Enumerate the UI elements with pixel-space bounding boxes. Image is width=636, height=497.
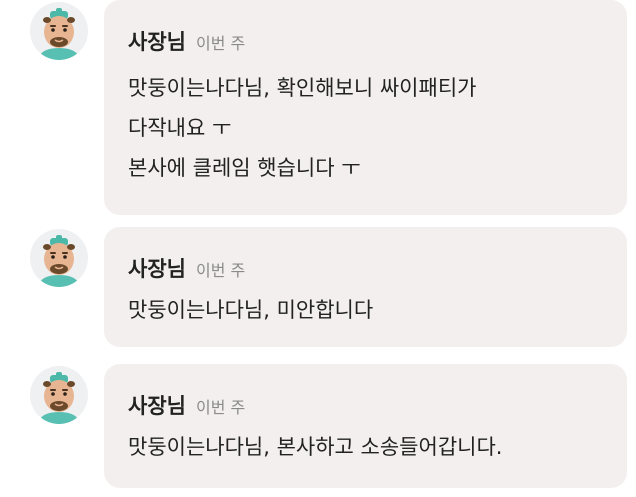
message-text-line: 본사에 클레임 햇습니다 ㅜ xyxy=(128,156,361,180)
owner-avatar-icon[interactable] xyxy=(30,366,88,424)
message-header: 사장님 이번 주 xyxy=(128,390,245,420)
sender-name: 사장님 xyxy=(128,30,186,54)
message-text-line: 맛둥이는나다님, 본사하고 소송들어갑니다. xyxy=(128,435,503,459)
message-bubble: 사장님 이번 주 맛둥이는나다님, 미안합니다 xyxy=(104,227,627,347)
message-header: 사장님 이번 주 xyxy=(128,253,245,283)
sender-name: 사장님 xyxy=(128,257,186,281)
message-timestamp: 이번 주 xyxy=(195,261,246,280)
message-bubble: 사장님 이번 주 맛둥이는나다님, 확인해보니 싸이패티가 다작내요 ㅜ 본사에 … xyxy=(104,0,627,215)
owner-avatar-icon[interactable] xyxy=(30,2,88,60)
chat-message: 사장님 이번 주 맛둥이는나다님, 미안합니다 xyxy=(0,227,636,347)
message-bubble: 사장님 이번 주 맛둥이는나다님, 본사하고 소송들어갑니다. xyxy=(104,364,627,488)
chat-message: 사장님 이번 주 맛둥이는나다님, 본사하고 소송들어갑니다. xyxy=(0,364,636,489)
message-header: 사장님 이번 주 xyxy=(128,26,245,56)
message-text-line: 맛둥이는나다님, 확인해보니 싸이패티가 xyxy=(128,76,477,100)
message-text-line: 맛둥이는나다님, 미안합니다 xyxy=(128,298,374,322)
sender-name: 사장님 xyxy=(128,394,186,418)
message-timestamp: 이번 주 xyxy=(195,398,246,417)
message-text-line: 다작내요 ㅜ xyxy=(128,116,232,140)
owner-avatar-icon[interactable] xyxy=(30,229,88,287)
chat-message: 사장님 이번 주 맛둥이는나다님, 확인해보니 싸이패티가 다작내요 ㅜ 본사에 … xyxy=(0,0,636,215)
message-timestamp: 이번 주 xyxy=(195,34,246,53)
